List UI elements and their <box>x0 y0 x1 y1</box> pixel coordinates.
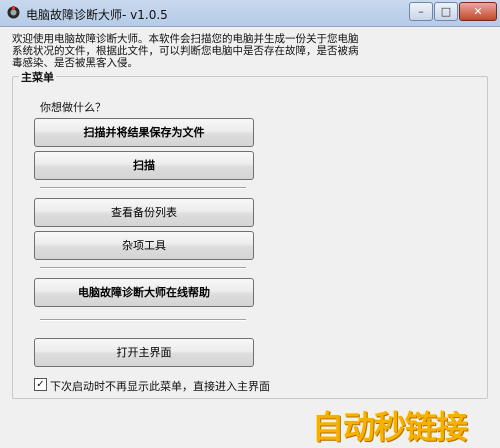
separator <box>40 319 246 321</box>
minimize-button[interactable]: – <box>409 2 433 21</box>
main-menu-legend: 主菜单 <box>19 69 56 85</box>
maximize-button[interactable]: □ <box>434 2 458 21</box>
window-title: 电脑故障诊断大师- v1.0.5 <box>26 8 168 22</box>
open-main-button[interactable]: 打开主界面 <box>34 338 254 367</box>
description-text: 欢迎使用电脑故障诊断大师。本软件会扫描您的电脑并生成一份关于您电脑 系统状况的文… <box>12 33 482 69</box>
close-button[interactable]: ✕ <box>459 2 497 21</box>
scan-button[interactable]: 扫描 <box>34 151 254 180</box>
separator <box>40 187 246 189</box>
separator <box>40 267 246 269</box>
description-line: 欢迎使用电脑故障诊断大师。本软件会扫描您的电脑并生成一份关于您电脑 <box>12 33 359 45</box>
skip-menu-checkbox[interactable]: ✓ <box>34 378 47 391</box>
misc-tools-button[interactable]: 杂项工具 <box>34 231 254 260</box>
view-backups-button[interactable]: 查看备份列表 <box>34 198 254 227</box>
skip-menu-label: 下次启动时不再显示此菜单，直接进入主界面 <box>50 380 270 393</box>
description-line: 系统状况的文件，根据此文件，可以判断您电脑中是否存在故障，是否被病 <box>12 45 359 57</box>
watermark-logo: 自动秒链接 <box>312 408 468 446</box>
online-help-button[interactable]: 电脑故障诊断大师在线帮助 <box>34 278 254 307</box>
title-bar[interactable]: 电脑故障诊断大师- v1.0.5 – □ ✕ <box>0 0 500 27</box>
question-label: 你想做什么？ <box>40 101 106 114</box>
scan-save-button[interactable]: 扫描并将结果保存为文件 <box>34 118 254 147</box>
app-icon <box>7 6 20 19</box>
description-line: 毒感染、是否被黑客入侵。 <box>12 57 138 69</box>
